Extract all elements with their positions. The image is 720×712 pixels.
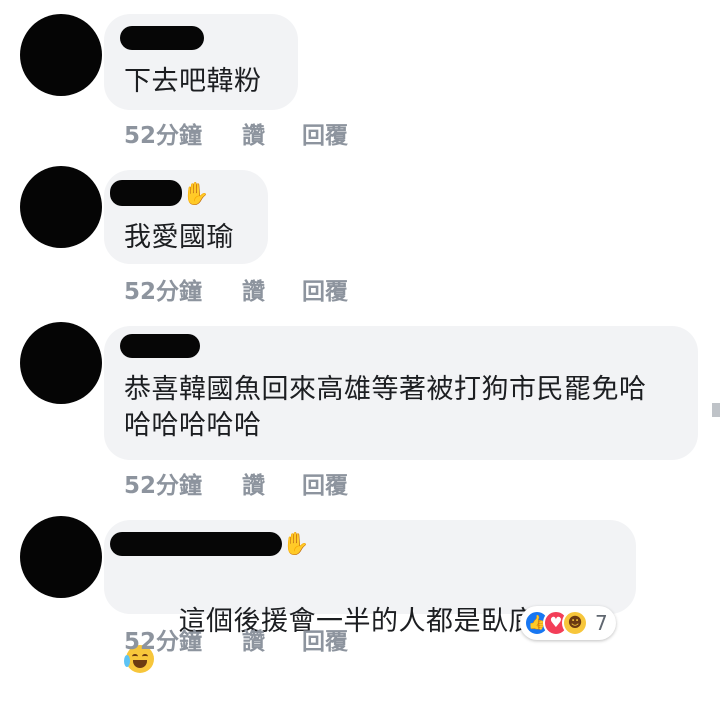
reply-button[interactable]: 回覆 bbox=[302, 272, 348, 306]
avatar[interactable] bbox=[20, 166, 102, 248]
avatar[interactable] bbox=[20, 322, 102, 404]
comment-text: 恭喜韓國魚回來高雄等著被打狗市民罷免哈 哈哈哈哈哈 bbox=[124, 374, 647, 441]
reply-button[interactable]: 回覆 bbox=[302, 466, 348, 500]
timestamp[interactable]: 52分鐘 bbox=[124, 272, 202, 306]
reply-button[interactable]: 回覆 bbox=[302, 622, 348, 656]
comment-text-content: 這個後援會一半的人都是臥底吧 bbox=[178, 606, 564, 637]
avatar[interactable] bbox=[20, 14, 102, 96]
redacted-name[interactable] bbox=[110, 180, 182, 206]
reactions-summary[interactable]: 👍 ♥ ☻ 7 bbox=[520, 606, 616, 640]
redacted-name[interactable] bbox=[120, 334, 200, 358]
timestamp[interactable]: 52分鐘 bbox=[124, 116, 202, 150]
reply-button[interactable]: 回覆 bbox=[302, 116, 348, 150]
like-button[interactable]: 讚 bbox=[242, 272, 265, 306]
like-button[interactable]: 讚 bbox=[242, 116, 265, 150]
like-button[interactable]: 讚 bbox=[242, 466, 265, 500]
comment-bubble: 下去吧韓粉 bbox=[104, 14, 298, 110]
avatar[interactable] bbox=[20, 516, 102, 598]
comment-bubble: ✋ 我愛國瑜 bbox=[104, 170, 268, 264]
comment-bubble: 恭喜韓國魚回來高雄等著被打狗市民罷免哈 哈哈哈哈哈 bbox=[104, 326, 698, 460]
scroll-indicator[interactable] bbox=[712, 403, 720, 417]
comment-text: 下去吧韓粉 bbox=[124, 66, 262, 97]
laughing-emoji-icon: ☻ bbox=[562, 610, 588, 636]
redacted-name[interactable] bbox=[110, 532, 282, 556]
redacted-name[interactable] bbox=[120, 26, 204, 50]
waving-hand-icon: ✋ bbox=[182, 182, 210, 207]
comment-bubble: ✋ 這個後援會一半的人都是臥底吧 bbox=[104, 520, 636, 673]
timestamp[interactable]: 52分鐘 bbox=[124, 466, 202, 500]
waving-hand-icon: ✋ bbox=[282, 532, 310, 557]
comment-text: 我愛國瑜 bbox=[124, 222, 234, 253]
like-button[interactable]: 讚 bbox=[242, 622, 265, 656]
timestamp[interactable]: 52分鐘 bbox=[124, 622, 202, 656]
reactions-count: 7 bbox=[595, 611, 608, 635]
